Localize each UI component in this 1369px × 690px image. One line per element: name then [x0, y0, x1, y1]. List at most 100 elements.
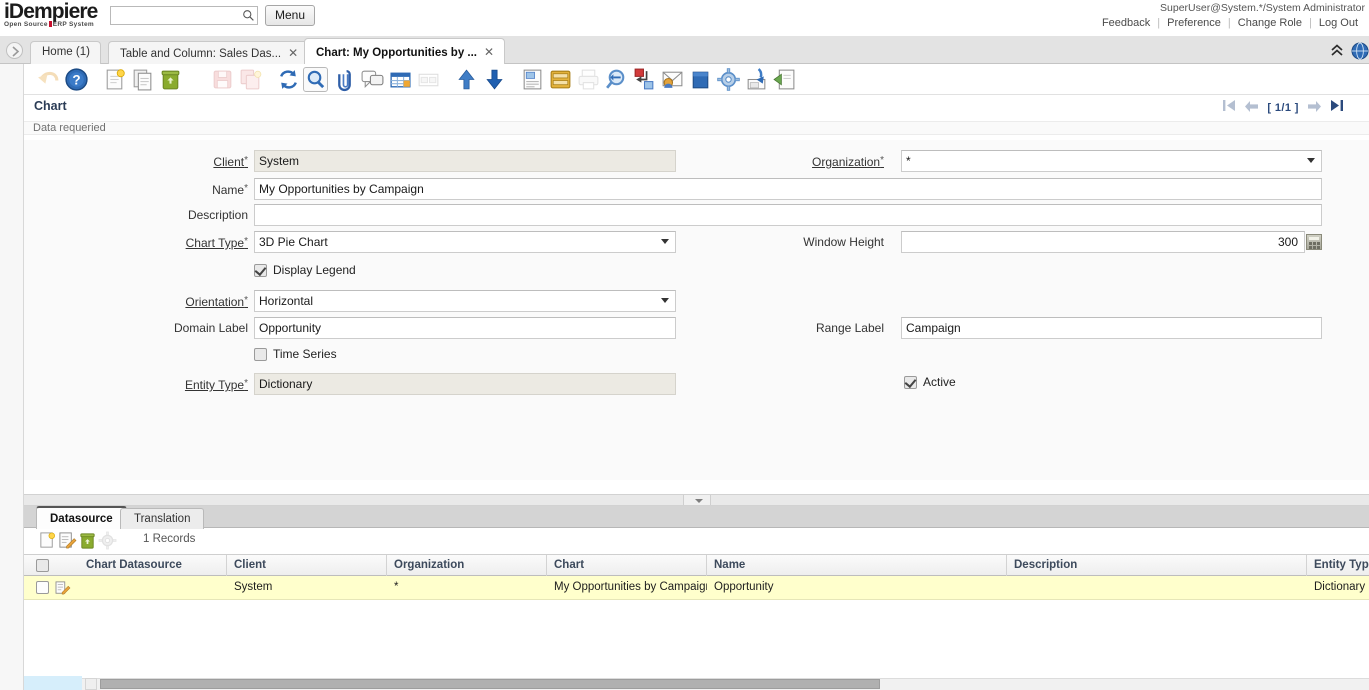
product-info-icon[interactable]: [688, 67, 713, 92]
report-icon[interactable]: [520, 67, 545, 92]
window-height-field[interactable]: [901, 231, 1305, 253]
export-icon[interactable]: [744, 67, 769, 92]
expand-sidebar-button[interactable]: [6, 42, 23, 59]
save-create-new-icon: [238, 67, 263, 92]
last-record-icon[interactable]: [1330, 100, 1343, 111]
previous-record-icon[interactable]: [1245, 101, 1258, 115]
search-icon[interactable]: [242, 9, 255, 22]
field-row-client-organization: Client* Organization*: [24, 150, 1369, 172]
close-icon[interactable]: ✕: [484, 45, 494, 59]
globe-icon[interactable]: [1351, 42, 1369, 60]
grid-header-entity-type[interactable]: Entity Type: [1307, 555, 1369, 576]
record-navigation: [ 1/1 ]: [1223, 100, 1343, 115]
orientation-label[interactable]: Orientation*: [148, 290, 248, 313]
help-icon[interactable]: ?: [64, 67, 89, 92]
refresh-icon[interactable]: [276, 67, 301, 92]
name-field[interactable]: [254, 178, 1322, 200]
chevron-down-icon: [661, 239, 669, 244]
zoom-across-icon[interactable]: [604, 67, 629, 92]
field-row-description: Description: [24, 204, 1369, 226]
import-icon[interactable]: [772, 67, 797, 92]
display-legend-label: Display Legend: [273, 261, 356, 280]
close-icon[interactable]: ✕: [288, 46, 298, 60]
select-all-checkbox[interactable]: [36, 559, 49, 572]
active-workflow-icon[interactable]: [632, 67, 657, 92]
next-record-icon[interactable]: [1308, 101, 1321, 115]
grid-header-description[interactable]: Description: [1007, 555, 1307, 576]
new-row-icon[interactable]: [38, 531, 57, 550]
child-tab-label: Datasource: [50, 513, 113, 525]
row-edit-icon[interactable]: [55, 581, 71, 595]
delete-row-icon[interactable]: [78, 531, 97, 550]
grid-toggle-icon[interactable]: [388, 67, 413, 92]
organization-field[interactable]: [901, 150, 1322, 172]
logo-text: iDempiere: [4, 1, 112, 22]
scroll-left-button[interactable]: [85, 678, 97, 690]
row-select-checkbox[interactable]: [36, 581, 49, 594]
entity-type-field[interactable]: [254, 373, 676, 395]
chat-icon[interactable]: [360, 67, 385, 92]
archive-icon[interactable]: [548, 67, 573, 92]
panel-splitter[interactable]: [24, 494, 1369, 506]
tab-translation[interactable]: Translation: [120, 508, 204, 529]
collapse-chevrons-icon[interactable]: [1329, 43, 1345, 57]
tab-home[interactable]: Home (1): [30, 41, 101, 64]
cell-entity-type: Dictionary: [1307, 576, 1369, 600]
time-series-checkbox[interactable]: [254, 348, 267, 361]
process-icon[interactable]: [716, 67, 741, 92]
grid-header-organization[interactable]: Organization: [387, 555, 547, 576]
copy-record-icon[interactable]: [130, 67, 155, 92]
window-height-label: Window Height: [764, 231, 884, 253]
organization-select[interactable]: [901, 150, 1322, 172]
range-label-field[interactable]: [901, 317, 1322, 339]
feedback-link[interactable]: Feedback: [1095, 17, 1157, 29]
horizontal-scrollbar-thumb[interactable]: [100, 679, 880, 689]
chart-type-label[interactable]: Chart Type*: [148, 231, 248, 254]
description-field[interactable]: [254, 204, 1322, 226]
calculator-icon[interactable]: [1306, 234, 1322, 250]
grid-header-client[interactable]: Client: [227, 555, 387, 576]
tab-chart[interactable]: Chart: My Opportunities by ... ✕: [304, 38, 505, 64]
grid-header-chart[interactable]: Chart: [547, 555, 707, 576]
collapse-panel-handle[interactable]: [683, 495, 711, 505]
client-label[interactable]: Client*: [148, 150, 248, 173]
table-row[interactable]: System * My Opportunities by Campaign Op…: [24, 576, 1369, 600]
record-form: Client* Organization* Name*: [24, 140, 1369, 480]
main-toolbar: ?: [24, 64, 1369, 95]
new-record-icon[interactable]: [102, 67, 127, 92]
menu-button[interactable]: Menu: [265, 5, 315, 26]
domain-label-field[interactable]: [254, 317, 676, 339]
parent-record-icon[interactable]: [454, 67, 479, 92]
grid-header-name[interactable]: Name: [707, 555, 1007, 576]
preference-link[interactable]: Preference: [1160, 17, 1228, 29]
requests-icon[interactable]: [660, 67, 685, 92]
delete-record-icon[interactable]: [158, 67, 183, 92]
tab-label: Chart: My Opportunities by ...: [316, 47, 477, 59]
child-tab-panel: Datasource Translation: [24, 506, 1369, 690]
attachment-icon[interactable]: [332, 67, 357, 92]
active-checkbox[interactable]: [904, 376, 917, 389]
find-icon[interactable]: [303, 67, 328, 92]
field-row-charttype-windowheight: Chart Type* Window Height: [24, 231, 1369, 253]
status-bar: Data requeried: [24, 121, 1369, 135]
logout-link[interactable]: Log Out: [1312, 17, 1365, 29]
chart-type-field[interactable]: [254, 231, 676, 253]
edit-row-icon[interactable]: [58, 531, 77, 550]
change-role-link[interactable]: Change Role: [1231, 17, 1309, 29]
orientation-field[interactable]: [254, 290, 676, 312]
client-field[interactable]: [254, 150, 676, 172]
grid-header-chart-datasource[interactable]: Chart Datasource: [79, 555, 227, 576]
first-record-icon[interactable]: [1223, 100, 1236, 111]
entity-type-label[interactable]: Entity Type*: [148, 373, 248, 396]
tab-datasource[interactable]: Datasource: [36, 506, 127, 529]
search-input[interactable]: [110, 6, 258, 25]
orientation-select[interactable]: [254, 290, 676, 312]
chart-type-select[interactable]: [254, 231, 676, 253]
chevron-right-icon: [11, 46, 20, 57]
organization-label[interactable]: Organization*: [764, 150, 884, 173]
grid-header-row: Chart Datasource Client Organization Cha…: [24, 554, 1369, 576]
display-legend-checkbox[interactable]: [254, 264, 267, 277]
page-title: Chart: [24, 96, 1369, 116]
detail-record-icon[interactable]: [482, 67, 507, 92]
tab-table-and-column[interactable]: Table and Column: Sales Das...✕: [108, 41, 309, 64]
